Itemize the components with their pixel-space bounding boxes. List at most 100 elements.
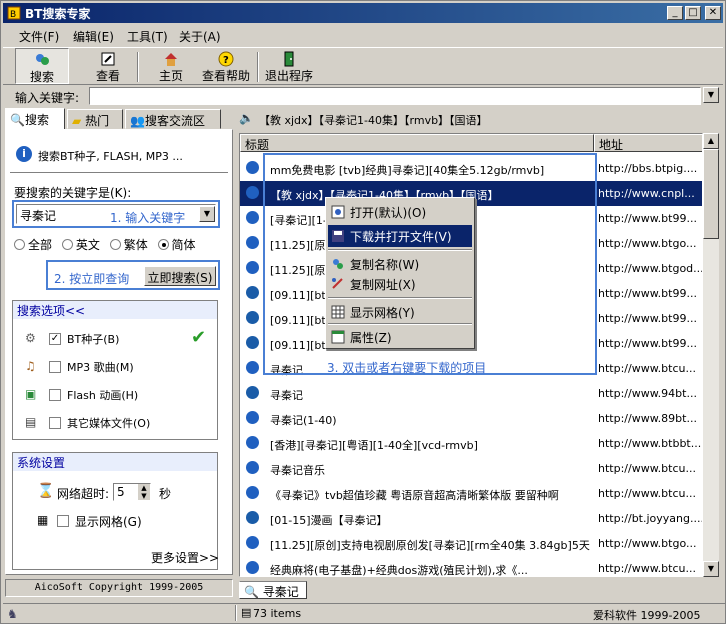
menu-about[interactable]: 关于(A) — [179, 28, 221, 45]
radio-simplified[interactable]: 简体 — [157, 238, 196, 252]
tab-hot[interactable]: ▰ 热门 — [67, 109, 123, 129]
divider — [10, 172, 228, 174]
mp3-option-label: MP3 歌曲(M) — [67, 361, 134, 374]
spinner-arrows[interactable]: ▲ ▼ — [138, 484, 150, 500]
open-icon — [331, 205, 345, 219]
row-title: 寻秦记音乐 — [270, 464, 325, 477]
system-settings-title: 系统设置 — [17, 456, 66, 470]
system-settings-group: 系统设置 ⌛ 网络超时: 5 ▲ ▼ 秒 ▦ 显示网格(G) 更多设置>> — [12, 452, 219, 570]
status-item-count: 73 items — [253, 607, 302, 620]
menu-bar: 文件(F) 编辑(E) 工具(T) 关于(A) — [3, 25, 723, 45]
people-icon: 👥 — [130, 114, 145, 128]
row-title: 寻秦记(1-40) — [270, 414, 337, 427]
search-options-group: 搜索选项<< ⚙ ✓ BT种子(B) ✔ ♫ MP3 歌曲(M) ▣ Flash… — [12, 300, 218, 440]
maximize-button[interactable]: □ — [685, 6, 701, 20]
row-url: http://www.bt99... — [598, 212, 697, 225]
ie-link-icon — [246, 411, 259, 424]
menu-show-grid[interactable]: 显示网格(Y) — [328, 301, 472, 323]
table-row[interactable]: [香港][寻秦记][粤语][1-40全][vcd-rmvb] http://www… — [240, 431, 702, 456]
system-settings-header[interactable]: 系统设置 — [13, 453, 217, 471]
menu-edit[interactable]: 编辑(E) — [73, 28, 114, 45]
close-button[interactable]: ✕ — [705, 6, 721, 20]
radio-all[interactable]: 全部 — [14, 238, 52, 252]
menu-download-open-label: 下载并打开文件(V) — [350, 230, 452, 244]
keyword-bar: 输入关键字: ▼ — [3, 86, 723, 106]
exit-tool-button[interactable]: 退出程序 — [261, 48, 317, 84]
tab-community[interactable]: 👥搜客交流区 — [125, 109, 221, 129]
results-scrollbar[interactable]: ▲ ▼ — [703, 133, 719, 577]
column-header-url[interactable]: 地址 — [594, 134, 702, 152]
tab-search[interactable]: 🔍搜索 — [5, 108, 65, 130]
status-copyright: 爱科软件 1999-2005 — [593, 609, 701, 622]
table-row[interactable]: 经典麻将(电子基盘)+经典dos游戏(殖民计划),求《... http://www… — [240, 556, 702, 577]
radio-english-dot — [61, 239, 73, 250]
row-url: http://www.btcu... — [598, 462, 696, 475]
show-grid-checkbox[interactable] — [57, 515, 69, 527]
search-options-header[interactable]: 搜索选项<< — [13, 301, 217, 319]
flash-option-label: Flash 动画(H) — [67, 389, 139, 402]
results-tab[interactable]: 🔍 寻秦记 — [239, 581, 307, 599]
radio-all-dot — [14, 239, 25, 250]
menu-open-default[interactable]: 打开(默认)(O) — [328, 201, 472, 223]
search-tool-button[interactable]: 搜索 — [15, 48, 69, 84]
save-icon — [332, 230, 344, 242]
table-row[interactable]: 《寻秦记》tvb超值珍藏 粤语原音超高清晰繁体版 要留种啊 http://www.… — [240, 481, 702, 506]
scroll-up-button[interactable]: ▲ — [703, 133, 719, 149]
menu-download-open[interactable]: 下载并打开文件(V) — [328, 225, 472, 247]
table-row[interactable]: [01-15]漫画【寻秦记】 http://bt.joyyang.... — [240, 506, 702, 531]
scroll-thumb[interactable] — [703, 149, 719, 239]
search-tab-icon: 🔍 — [244, 585, 259, 599]
flash-checkbox[interactable] — [49, 389, 61, 401]
ie-link-icon — [246, 311, 259, 324]
menu-file[interactable]: 文件(F) — [19, 28, 59, 45]
menu-copy-name[interactable]: 复制名称(W) — [328, 253, 472, 275]
column-header-title[interactable]: 标题 — [240, 134, 594, 152]
search-tool-label: 搜索 — [29, 70, 54, 84]
radio-traditional[interactable]: 繁体 — [109, 238, 148, 252]
keyword-input[interactable] — [89, 87, 701, 105]
ie-link-icon — [246, 536, 259, 549]
menu-separator — [328, 323, 472, 325]
menu-show-grid-label: 显示网格(Y) — [350, 306, 415, 320]
row-url: http://www.89bt... — [598, 412, 697, 425]
app-icon: B — [7, 6, 21, 20]
menu-properties[interactable]: 属性(Z) — [328, 326, 472, 348]
hourglass-icon: ⌛ — [37, 483, 55, 499]
row-title: 经典麻将(电子基盘)+经典dos游戏(殖民计划),求《... — [270, 564, 528, 577]
menu-copy-url[interactable]: 复制网址(X) — [328, 273, 472, 295]
search-now-button[interactable]: 立即搜索(S) — [144, 266, 216, 286]
keyword-combo-arrow[interactable]: ▼ — [199, 206, 215, 222]
bt-checkbox[interactable]: ✓ — [49, 333, 61, 345]
panel-header: 搜索BT种子, FLASH, MP3 ... — [38, 150, 183, 163]
keyword-dropdown-button[interactable]: ▼ — [703, 87, 719, 103]
copy-people-icon — [333, 259, 343, 269]
minimize-button[interactable]: _ — [667, 6, 683, 20]
media-checkbox[interactable] — [49, 417, 61, 429]
radio-english[interactable]: 英文 — [61, 238, 100, 252]
ie-link-icon — [246, 186, 259, 199]
table-row[interactable]: 寻秦记 http://www.94bt... — [240, 381, 702, 406]
row-url: http://www.bt99... — [598, 312, 697, 325]
menu-copy-url-label: 复制网址(X) — [350, 278, 416, 292]
window-title: BT搜索专家 — [25, 7, 91, 21]
row-url: http://www.btgo... — [598, 237, 697, 250]
table-row[interactable]: [11.25][原创]支持电视剧原创发[寻秦记][rm全40集 3.84gb]5… — [240, 531, 702, 556]
scroll-down-button[interactable]: ▼ — [703, 561, 719, 577]
row-url: http://www.bt99... — [598, 287, 697, 300]
timeout-spinner[interactable]: 5 ▲ ▼ — [113, 483, 151, 501]
ie-link-icon — [246, 561, 259, 574]
menu-tools[interactable]: 工具(T) — [127, 28, 168, 45]
table-row[interactable]: 寻秦记音乐 http://www.btcu... — [240, 456, 702, 481]
row-title: [11.25][原创]支持电视剧原创发[寻秦记][rm全40集 3.84gb]5… — [270, 539, 590, 552]
view-icon — [101, 52, 115, 66]
view-tool-button[interactable]: 查看 — [83, 48, 133, 84]
mp3-checkbox[interactable] — [49, 361, 61, 373]
radio-english-label: 英文 — [75, 238, 100, 252]
table-row[interactable]: 寻秦记(1-40) http://www.89bt... — [240, 406, 702, 431]
help-tool-button[interactable]: ? 查看帮助 — [197, 48, 255, 84]
radio-traditional-label: 繁体 — [123, 238, 148, 252]
home-tool-button[interactable]: 主页 — [147, 48, 195, 84]
row-url: http://www.btgo... — [598, 537, 697, 550]
menu-separator — [328, 297, 472, 299]
more-settings-link[interactable]: 更多设置>> — [151, 549, 219, 566]
